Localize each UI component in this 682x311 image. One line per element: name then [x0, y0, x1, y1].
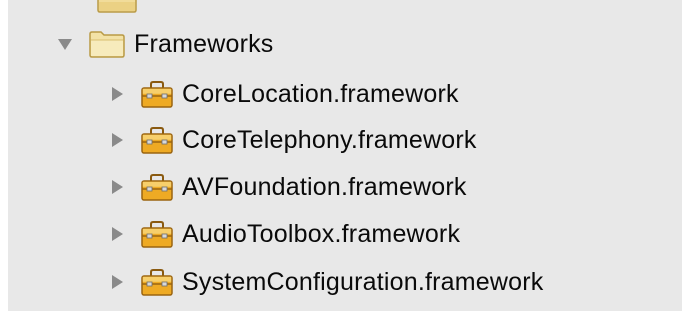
framework-toolbox-icon: [140, 172, 174, 202]
tree-row-framework[interactable]: CoreTelephony.framework: [108, 116, 477, 164]
disclosure-triangle-collapsed-icon[interactable]: [108, 178, 126, 196]
tree-row-framework[interactable]: SystemConfiguration.framework: [108, 258, 544, 306]
tree-row-label: CoreLocation.framework: [182, 79, 459, 108]
partial-folder-icon: [96, 0, 138, 14]
tree-row-framework[interactable]: CoreLocation.framework: [108, 70, 459, 118]
folder-icon: [88, 29, 126, 59]
tree-row-framework[interactable]: AVFoundation.framework: [108, 163, 467, 211]
navigator-pane: Frameworks CoreLocation.framework CoreTe…: [8, 0, 682, 311]
tree-row-label: Frameworks: [134, 29, 274, 58]
tree-row-framework[interactable]: AudioToolbox.framework: [108, 210, 460, 258]
disclosure-triangle-collapsed-icon[interactable]: [108, 85, 126, 103]
disclosure-triangle-expanded-icon[interactable]: [56, 35, 74, 53]
framework-toolbox-icon: [140, 79, 174, 109]
tree-row-label: SystemConfiguration.framework: [182, 267, 544, 296]
framework-toolbox-icon: [140, 219, 174, 249]
framework-toolbox-icon: [140, 267, 174, 297]
project-navigator: Frameworks CoreLocation.framework CoreTe…: [0, 0, 682, 311]
tree-row-label: CoreTelephony.framework: [182, 125, 477, 154]
framework-toolbox-icon: [140, 125, 174, 155]
tree-row-label: AudioToolbox.framework: [182, 219, 461, 248]
tree-row-frameworks-group[interactable]: Frameworks: [56, 20, 274, 68]
tree-row-label: AVFoundation.framework: [182, 172, 467, 201]
disclosure-triangle-collapsed-icon[interactable]: [108, 273, 126, 291]
disclosure-triangle-collapsed-icon[interactable]: [108, 131, 126, 149]
disclosure-triangle-collapsed-icon[interactable]: [108, 225, 126, 243]
